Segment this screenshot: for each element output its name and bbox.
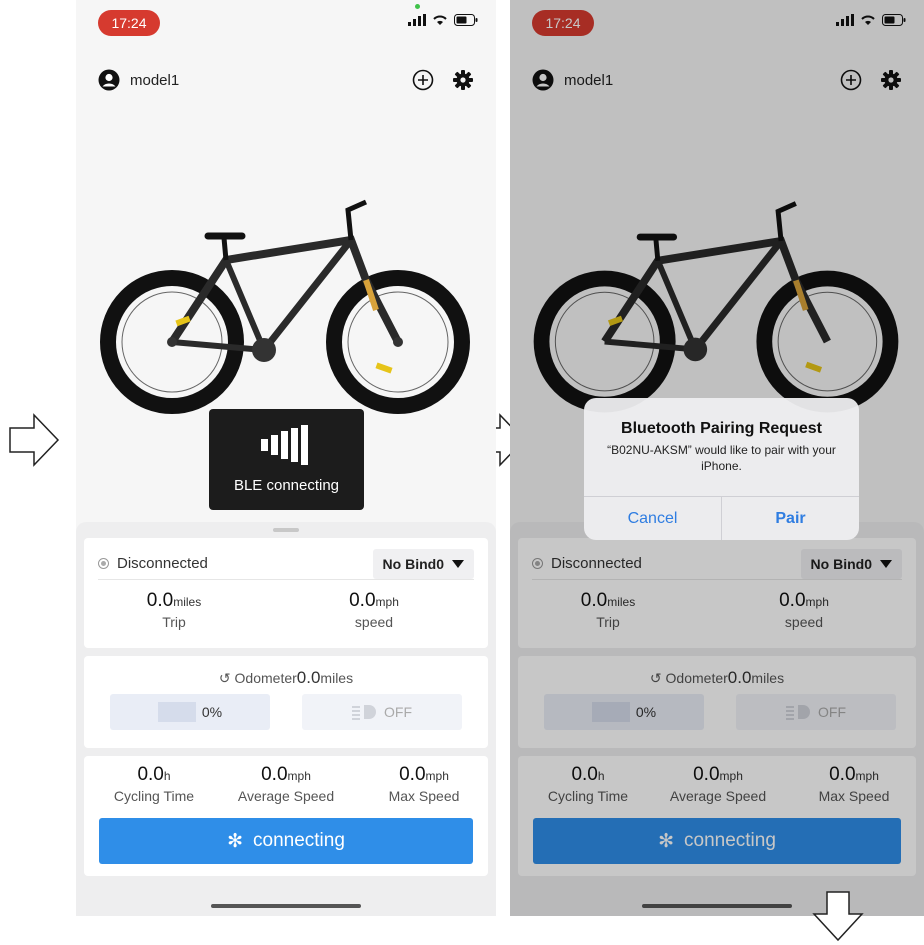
headlight-state: OFF xyxy=(384,704,412,720)
average-speed-value: 0.0 xyxy=(261,764,288,785)
speed-value: 0.0 xyxy=(349,590,376,611)
status-bar: 17:24 xyxy=(76,0,496,44)
panel-drag-handle[interactable] xyxy=(273,528,299,532)
speed-unit: mph xyxy=(375,595,399,609)
phone-screen-connecting: 17:24 model1 BLE connecting Disconnected… xyxy=(76,0,496,916)
signal-icon xyxy=(408,14,426,26)
odometer-value: 0.0 xyxy=(296,668,321,687)
connection-status: Disconnected xyxy=(117,555,208,572)
phone-screen-pairing: 17:24 model1 Disconnected No Bind0 0.0mi… xyxy=(510,0,924,916)
cycling-time-unit: h xyxy=(163,769,171,783)
connection-card: Disconnected No Bind0 0.0miles Trip 0.0m… xyxy=(84,538,488,648)
ride-stats-card: 0.0h Cycling Time 0.0mph Average Speed 0… xyxy=(84,756,488,876)
average-speed-unit: mph xyxy=(287,769,311,783)
trip-label: Trip xyxy=(162,614,186,630)
bind-dropdown-value: No Bind0 xyxy=(382,555,444,572)
connect-button-label: connecting xyxy=(253,830,345,851)
max-speed-label: Max Speed xyxy=(388,788,460,804)
headlight-icon xyxy=(352,705,376,720)
settings-gear-icon[interactable] xyxy=(452,69,474,91)
status-time: 17:24 xyxy=(98,10,160,36)
toast-label: BLE connecting xyxy=(233,477,340,494)
odometer-history-icon: ↺ xyxy=(218,670,231,686)
signal-bars-icon xyxy=(261,425,308,465)
max-speed-stat: 0.0mph Max Speed xyxy=(374,764,474,804)
cycling-time-stat: 0.0h Cycling Time xyxy=(104,764,204,804)
connect-button[interactable]: ✻ connecting xyxy=(99,818,473,864)
cancel-button[interactable]: Cancel xyxy=(584,497,721,540)
odometer-unit: miles xyxy=(320,670,354,686)
ebike-image xyxy=(100,199,470,414)
add-circle-icon[interactable] xyxy=(412,69,434,91)
bind-dropdown[interactable]: No Bind0 xyxy=(372,548,474,579)
headlight-toggle[interactable]: OFF xyxy=(302,694,462,730)
pair-button[interactable]: Pair xyxy=(721,497,859,540)
connection-status-dot xyxy=(98,558,109,569)
speed-label: speed xyxy=(354,614,394,630)
trip-unit: miles xyxy=(173,595,202,609)
battery-icon xyxy=(454,14,478,26)
dashboard-panel: Disconnected No Bind0 0.0miles Trip 0.0m… xyxy=(76,522,496,916)
battery-percent: 0% xyxy=(201,704,223,720)
battery-level: 0% xyxy=(110,694,270,730)
speed-stat: 0.0mph speed xyxy=(324,590,424,630)
cycling-time-value: 0.0 xyxy=(137,764,164,785)
profile-avatar-icon[interactable] xyxy=(98,69,120,91)
max-speed-unit: mph xyxy=(425,769,449,783)
bluetooth-icon: ✻ xyxy=(227,830,243,852)
alert-message: “B02NU-AKSM” would like to pair with you… xyxy=(607,443,836,473)
max-speed-value: 0.0 xyxy=(399,764,426,785)
flow-arrow-down-icon xyxy=(812,891,864,942)
average-speed-label: Average Speed xyxy=(237,788,335,804)
average-speed-stat: 0.0mph Average Speed xyxy=(229,764,343,804)
ble-connecting-toast: BLE connecting xyxy=(209,409,364,510)
profile-name[interactable]: model1 xyxy=(130,72,412,89)
odometer-row: ↺ Odometer0.0miles xyxy=(84,668,488,688)
alert-title: Bluetooth Pairing Request xyxy=(621,420,822,437)
alert-actions: Cancel Pair xyxy=(584,496,859,540)
odometer-label: Odometer xyxy=(234,670,297,686)
odometer-card: ↺ Odometer0.0miles 0% OFF xyxy=(84,656,488,748)
privacy-indicator xyxy=(415,4,420,9)
home-indicator xyxy=(211,904,361,908)
flow-arrow-right-icon xyxy=(9,413,60,467)
battery-bar xyxy=(157,702,196,722)
wifi-icon xyxy=(433,15,447,25)
caret-down-icon xyxy=(452,559,464,568)
bluetooth-pairing-alert: Bluetooth Pairing Request “B02NU-AKSM” w… xyxy=(584,398,859,540)
trip-value: 0.0 xyxy=(146,590,174,611)
cycling-time-label: Cycling Time xyxy=(113,788,195,804)
trip-stat: 0.0miles Trip xyxy=(124,590,224,630)
